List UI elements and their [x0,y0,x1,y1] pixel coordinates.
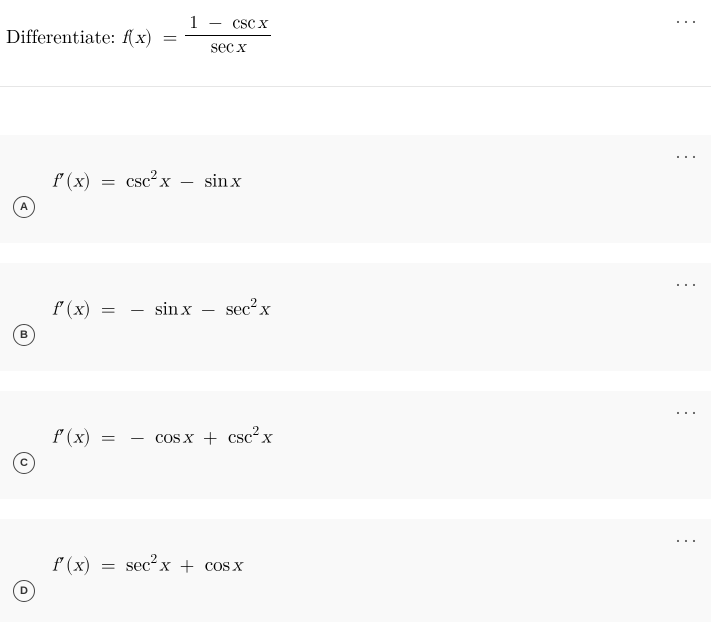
answer-expression: f′(x) = csc2x − sinx [52,167,240,193]
page-root: ··· Differentiate: f(x) = 1 − cscx secx … [0,0,711,622]
question-content: Differentiate: f(x) = 1 − cscx secx [6,14,699,60]
answer-content: f′(x) = sec2x + cosx [48,541,711,605]
question-prompt: Differentiate: [6,26,116,49]
answer-expression: f′(x) = − cosx + csc2x [52,423,271,449]
question-fraction: 1 − cscx secx [185,12,271,58]
answers-list: ··· A f′(x) = csc2x − sinx ··· B f′(x) =… [0,87,711,622]
answer-content: f′(x) = csc2x − sinx [48,157,711,221]
answer-more-icon[interactable]: ··· [675,275,699,296]
answer-letter-badge[interactable]: B [13,324,35,346]
answer-content: f′(x) = − sinx − sec2x [48,285,711,349]
question-numerator: 1 − cscx [185,12,271,36]
question-denominator: secx [185,36,271,59]
answer-option-b[interactable]: ··· B f′(x) = − sinx − sec2x [0,263,711,371]
answer-more-icon[interactable]: ··· [675,403,699,424]
answer-more-icon[interactable]: ··· [675,531,699,552]
answer-option-a[interactable]: ··· A f′(x) = csc2x − sinx [0,135,711,243]
answer-option-d[interactable]: ··· D f′(x) = sec2x + cosx [0,519,711,622]
answer-more-icon[interactable]: ··· [675,147,699,168]
answer-letter-wrap: A [0,160,48,218]
answer-content: f′(x) = − cosx + csc2x [48,413,711,477]
answer-letter-wrap: C [0,416,48,474]
question-more-icon[interactable]: ··· [675,12,699,33]
answer-letter-badge[interactable]: A [13,196,35,218]
answer-expression: f′(x) = − sinx − sec2x [52,295,269,321]
answer-expression: f′(x) = sec2x + cosx [52,551,242,577]
answer-letter-badge[interactable]: C [13,452,35,474]
answer-letter-wrap: D [0,544,48,602]
answer-letter-wrap: B [0,288,48,346]
answer-letter-badge[interactable]: D [13,580,35,602]
question-block: ··· Differentiate: f(x) = 1 − cscx secx [0,0,711,87]
answer-option-c[interactable]: ··· C f′(x) = − cosx + csc2x [0,391,711,499]
question-lhs: f(x) = [122,26,182,49]
